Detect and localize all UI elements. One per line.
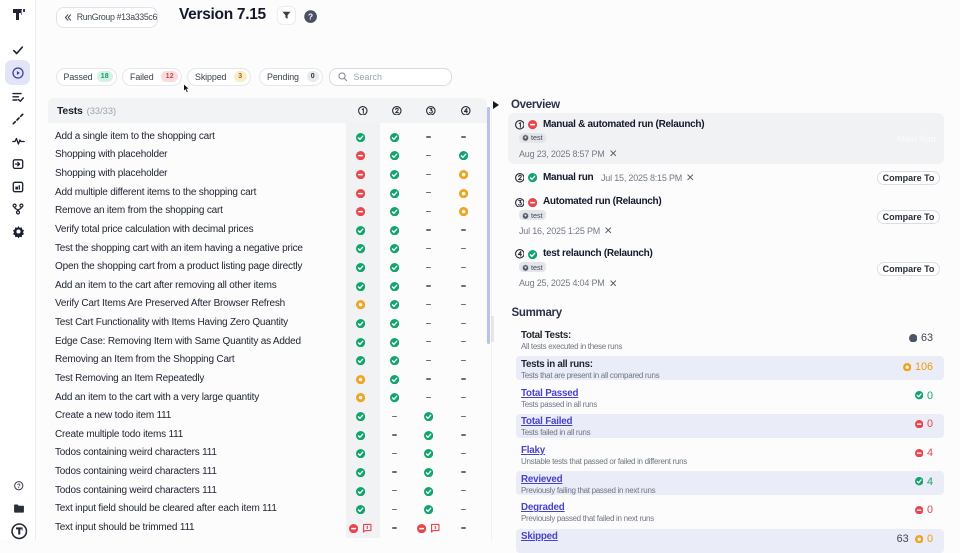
svg-text:?: ?	[17, 483, 21, 490]
svg-text:?: ?	[308, 11, 313, 21]
